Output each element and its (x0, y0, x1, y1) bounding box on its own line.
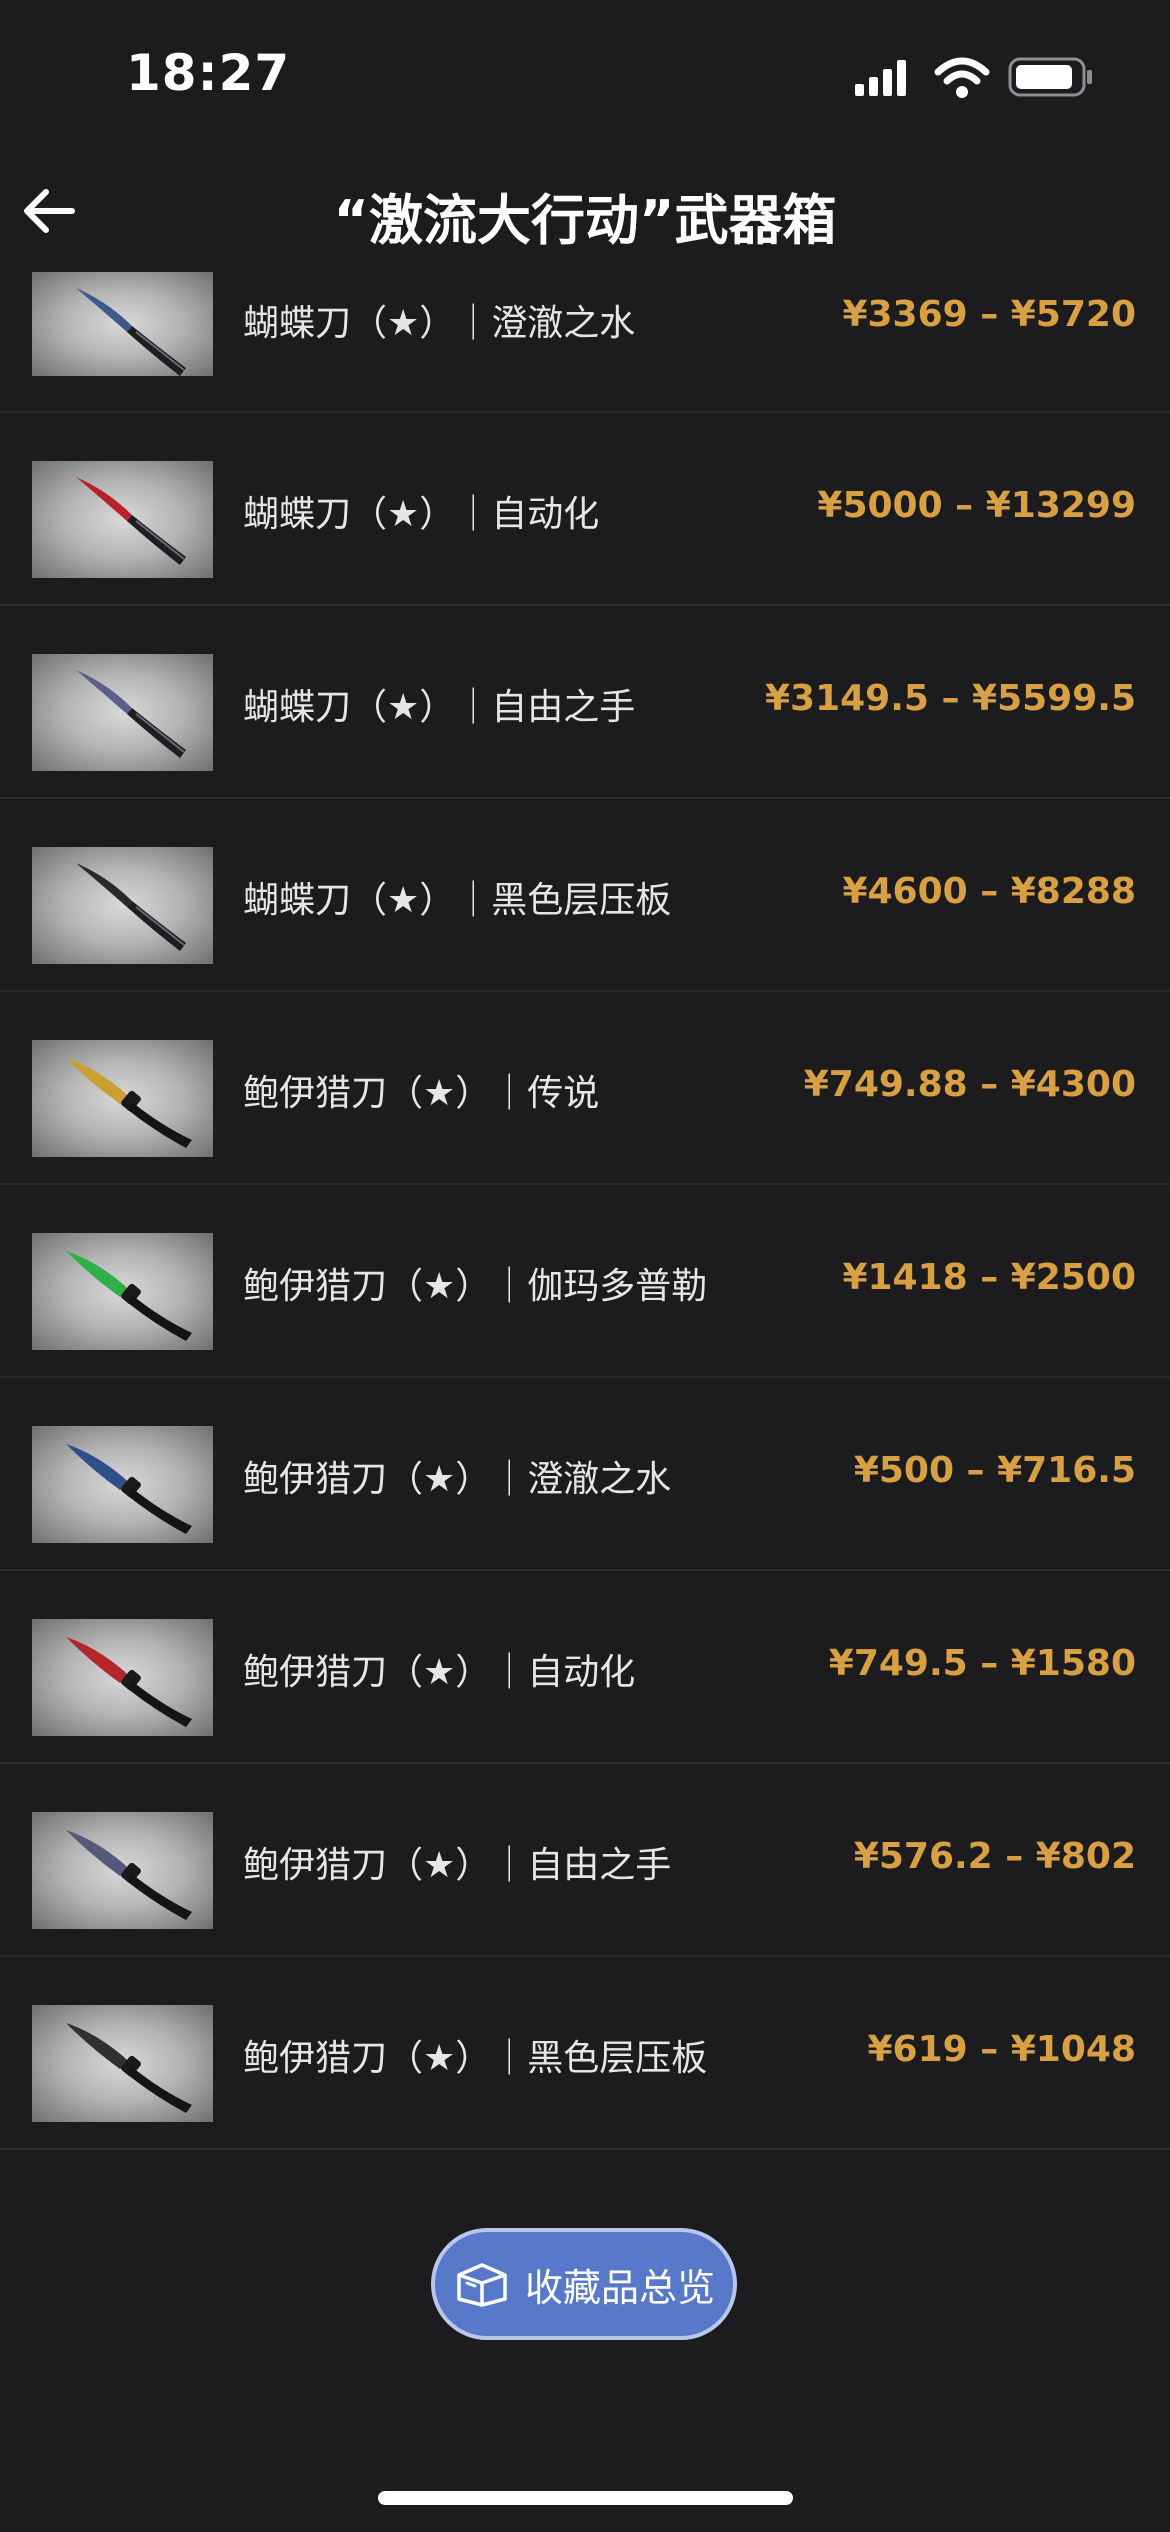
home-indicator (378, 2491, 793, 2505)
item-name: 鲍伊猎刀（★）｜自由之手 (243, 1845, 672, 1886)
list-item[interactable]: 蝴蝶刀（★）｜黑色层压板 ¥4600 – ¥8288 (0, 799, 1170, 992)
item-name: 蝴蝶刀（★）｜黑色层压板 (243, 880, 672, 921)
knife-thumbnail (32, 1812, 213, 1929)
item-name: 鲍伊猎刀（★）｜澄澈之水 (243, 1459, 672, 1500)
knife-thumbnail (32, 1619, 213, 1736)
knife-thumbnail (32, 1040, 213, 1157)
collection-overview-button[interactable]: 收藏品总览 (431, 2228, 737, 2340)
item-name: 蝴蝶刀（★）｜自动化 (243, 494, 600, 535)
item-name: 鲍伊猎刀（★）｜传说 (243, 1073, 600, 1114)
wifi-icon (934, 57, 990, 98)
item-price-range: ¥619 – ¥1048 (867, 2029, 1136, 2070)
item-name: 蝴蝶刀（★）｜自由之手 (243, 687, 636, 728)
box-icon (457, 2263, 507, 2307)
item-name: 鲍伊猎刀（★）｜伽玛多普勒 (243, 1266, 708, 1307)
item-price-range: ¥749.88 – ¥4300 (803, 1064, 1136, 1105)
item-price-range: ¥5000 – ¥13299 (817, 485, 1136, 526)
list-item[interactable]: 鲍伊猎刀（★）｜澄澈之水 ¥500 – ¥716.5 (0, 1378, 1170, 1571)
page-title: “激流大行动”武器箱 (333, 189, 837, 252)
status-time: 18:27 (126, 44, 291, 102)
navigation-bar: “激流大行动”武器箱 (0, 150, 1170, 270)
item-price-range: ¥576.2 – ¥802 (853, 1836, 1136, 1877)
list-item[interactable]: 鲍伊猎刀（★）｜自由之手 ¥576.2 – ¥802 (0, 1764, 1170, 1957)
status-bar: 18:27 (0, 0, 1170, 150)
collection-overview-label: 收藏品总览 (524, 2265, 715, 2310)
list-item[interactable]: 蝴蝶刀（★）｜自动化 ¥5000 – ¥13299 (0, 413, 1170, 606)
list-item[interactable]: 鲍伊猎刀（★）｜自动化 ¥749.5 – ¥1580 (0, 1571, 1170, 1764)
knife-thumbnail (32, 272, 213, 376)
item-price-range: ¥3369 – ¥5720 (842, 294, 1136, 335)
item-price-range: ¥4600 – ¥8288 (842, 871, 1136, 912)
battery-icon (1008, 57, 1092, 97)
list-item[interactable]: 鲍伊猎刀（★）｜伽玛多普勒 ¥1418 – ¥2500 (0, 1185, 1170, 1378)
cellular-signal-icon (855, 60, 906, 96)
knife-thumbnail (32, 847, 213, 964)
list-item[interactable]: 鲍伊猎刀（★）｜传说 ¥749.88 – ¥4300 (0, 992, 1170, 1185)
list-item[interactable]: 蝴蝶刀（★）｜自由之手 ¥3149.5 – ¥5599.5 (0, 606, 1170, 799)
item-price-range: ¥1418 – ¥2500 (842, 1257, 1136, 1298)
knife-thumbnail (32, 1233, 213, 1350)
item-list: 蝴蝶刀（★）｜澄澈之水 ¥3369 – ¥5720 蝴蝶刀（★）｜自动化 ¥5000 … (0, 222, 1170, 2150)
knife-thumbnail (32, 1426, 213, 1543)
item-price-range: ¥500 – ¥716.5 (853, 1450, 1136, 1491)
list-item[interactable]: 鲍伊猎刀（★）｜黑色层压板 ¥619 – ¥1048 (0, 1957, 1170, 2150)
item-price-range: ¥3149.5 – ¥5599.5 (764, 678, 1136, 719)
knife-thumbnail (32, 461, 213, 578)
item-name: 鲍伊猎刀（★）｜黑色层压板 (243, 2038, 708, 2079)
knife-thumbnail (32, 654, 213, 771)
knife-thumbnail (32, 2005, 213, 2122)
item-price-range: ¥749.5 – ¥1580 (828, 1643, 1136, 1684)
item-name: 蝴蝶刀（★）｜澄澈之水 (243, 303, 636, 344)
item-name: 鲍伊猎刀（★）｜自动化 (243, 1652, 636, 1693)
